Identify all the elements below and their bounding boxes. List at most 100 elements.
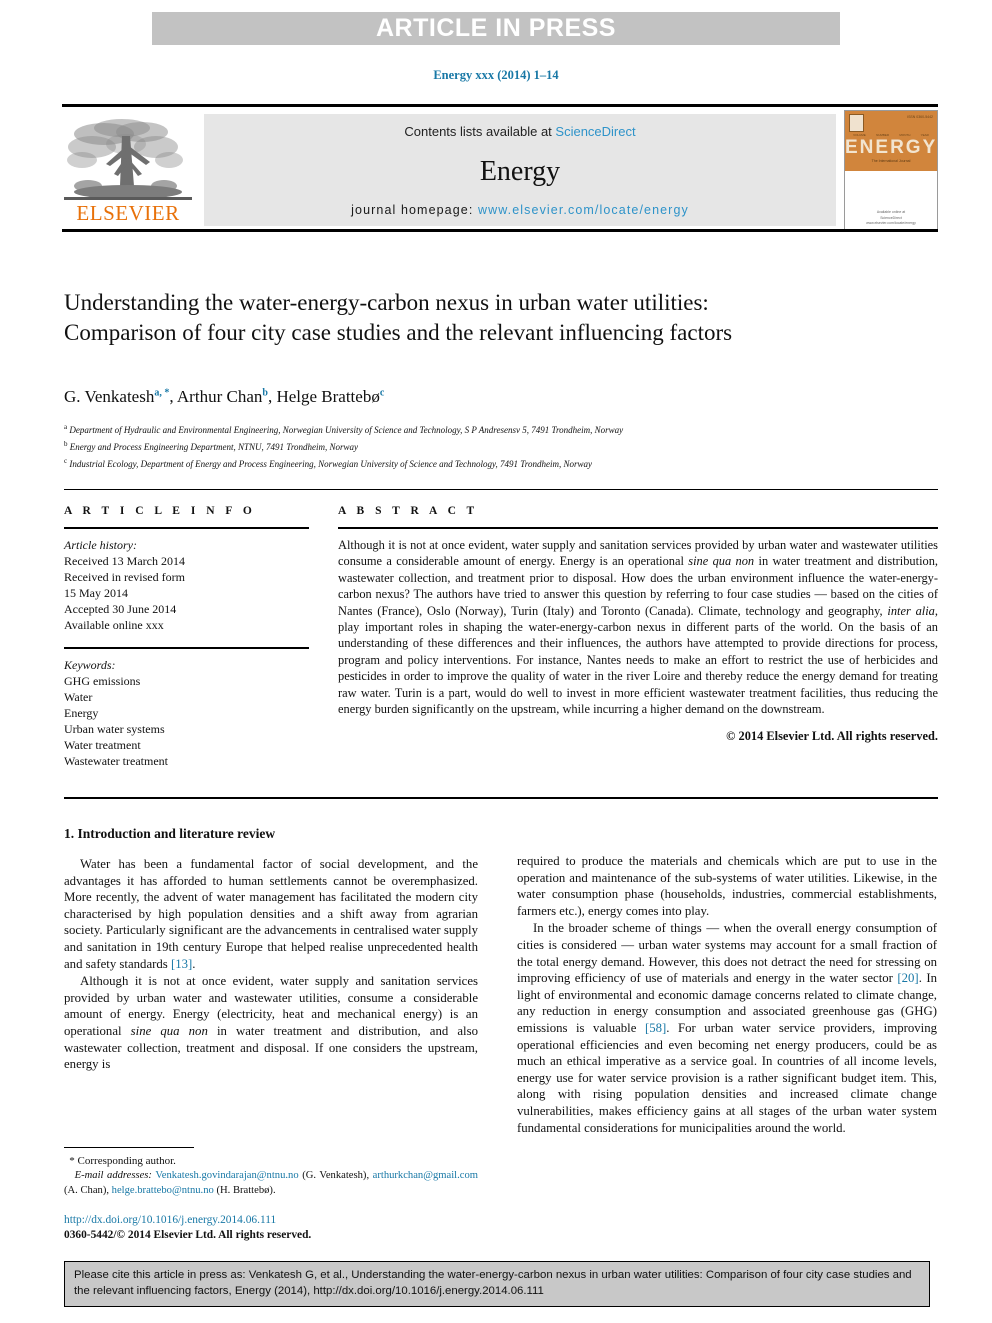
email-owner-2: (H. Brattebø): [216, 1184, 273, 1196]
homepage-label: journal homepage:: [351, 203, 478, 217]
body-paragraph-right-0: required to produce the materials and ch…: [517, 853, 937, 919]
doi-link[interactable]: http://dx.doi.org/10.1016/j.energy.2014.…: [64, 1213, 494, 1228]
email-link-0[interactable]: Venkatesh.govindarajan@ntnu.no: [155, 1170, 298, 1181]
cover-footer: Available online at ScienceDirect www.el…: [845, 210, 937, 226]
body-paragraph-right-1: In the broader scheme of things — when t…: [517, 920, 937, 1136]
elsevier-logo: ELSEVIER: [64, 114, 192, 226]
journal-band: Contents lists available at ScienceDirec…: [204, 114, 836, 226]
journal-cover-thumbnail: ISSN 0360-5442 VOLUME NUMBER MONTH YEAR …: [844, 110, 938, 232]
affiliation-mark-2: c: [64, 457, 68, 465]
paper-page: ARTICLE IN PRESS Energy xxx (2014) 1–14: [0, 0, 992, 1323]
article-history-item-3: Accepted 30 June 2014: [64, 602, 177, 616]
doi-block: http://dx.doi.org/10.1016/j.energy.2014.…: [64, 1213, 494, 1243]
article-info-rule: [64, 527, 309, 529]
issn-copyright-line: 0360-5442/© 2014 Elsevier Ltd. All right…: [64, 1229, 312, 1241]
header-rule-top: [62, 104, 938, 107]
body-para-r1-after: . For urban water service providers, imp…: [517, 1020, 938, 1135]
affiliation-text-2: Industrial Ecology, Department of Energy…: [69, 459, 592, 469]
author-name-0: G. Venkatesh: [64, 387, 155, 406]
email-addresses-label: E-mail addresses:: [74, 1170, 152, 1182]
email-owner-0: (G. Venkatesh): [302, 1170, 367, 1182]
body-para-r1-before: In the broader scheme of things — when t…: [517, 921, 937, 986]
corresponding-author-note: * Corresponding author.: [64, 1154, 478, 1169]
cover-corner-text: ISSN 0360-5442: [907, 115, 933, 119]
author-name-1: Arthur Chan: [176, 387, 263, 406]
email-addresses-note: E-mail addresses: Venkatesh.govindarajan…: [64, 1170, 478, 1196]
article-in-press-banner: ARTICLE IN PRESS: [152, 12, 840, 45]
body-column-right: required to produce the materials and ch…: [517, 853, 937, 1137]
body-para-l0-before: Water has been a fundamental factor of s…: [64, 857, 478, 971]
journal-homepage-line: journal homepage: www.elsevier.com/locat…: [204, 203, 836, 217]
abstract-part-3: , play important roles in shaping the wa…: [338, 603, 938, 717]
footnote-separator-rule: [64, 1147, 194, 1148]
author-list: G. Venkatesha, *, Arthur Chanb, Helge Br…: [64, 387, 385, 406]
article-history-block: Article history: Received 13 March 2014 …: [64, 537, 309, 633]
author-marks-2: c: [379, 387, 385, 399]
abstract-text: Although it is not at once evident, wate…: [338, 537, 938, 717]
keyword-item-1: Water: [64, 690, 93, 704]
email-link-2[interactable]: helge.brattebo@ntnu.no: [112, 1185, 214, 1196]
article-info-column: A R T I C L E I N F O Article history: R…: [64, 505, 309, 769]
affiliation-text-0: Department of Hydraulic and Environmenta…: [69, 425, 624, 435]
affiliation-row-1: b Energy and Process Engineering Departm…: [64, 437, 924, 454]
abstract-section-bottom-rule: [64, 797, 938, 799]
cover-title: ENERGY: [845, 137, 938, 158]
author-name-2: Helge Brattebø: [276, 387, 380, 406]
abstract-italic-1: sine qua non: [688, 554, 755, 569]
article-history-label: Article history:: [64, 538, 137, 552]
body-para-l0-after: .: [192, 956, 196, 971]
journal-title: Energy: [479, 156, 561, 187]
citation-box: Please cite this article in press as: Ve…: [64, 1261, 930, 1307]
abstract-label: A B S T R A C T: [338, 505, 479, 517]
cover-logo-swatch: [849, 114, 864, 132]
keywords-label: Keywords:: [64, 658, 116, 672]
keyword-item-4: Water treatment: [64, 738, 141, 752]
keyword-item-5: Wastewater treatment: [64, 754, 168, 768]
reference-link-13[interactable]: [13]: [171, 957, 192, 971]
affiliation-row-2: c Industrial Ecology, Department of Ener…: [64, 454, 924, 471]
affiliation-mark-1: b: [64, 440, 68, 448]
article-info-label: A R T I C L E I N F O: [64, 505, 256, 517]
cover-subtitle: The International Journal: [871, 159, 911, 163]
abstract-italic-2: inter alia: [887, 603, 935, 618]
reference-link-20[interactable]: [20]: [897, 971, 918, 985]
article-title: Understanding the water-energy-carbon ne…: [64, 290, 733, 345]
info-section-rule: [64, 489, 938, 490]
keywords-block: Keywords: GHG emissions Water Energy Urb…: [64, 657, 309, 769]
article-history-item-4: Available online xxx: [64, 618, 164, 632]
affiliation-row-0: a Department of Hydraulic and Environmen…: [64, 420, 924, 437]
abstract-rule: [338, 527, 938, 529]
author-marks-0: a, *: [154, 387, 170, 399]
footnote-block: * Corresponding author. E-mail addresses…: [64, 1154, 478, 1198]
sciencedirect-link[interactable]: ScienceDirect: [555, 124, 635, 139]
elsevier-tree-icon: [64, 119, 192, 200]
citation-box-text: Please cite this article in press as: Ve…: [74, 1269, 912, 1297]
body-para-l1-italic: sine qua non: [130, 1023, 208, 1038]
section-heading-introduction: 1. Introduction and literature review: [64, 826, 276, 841]
journal-header: ELSEVIER Contents lists available at Sci…: [62, 104, 938, 232]
keyword-item-0: GHG emissions: [64, 674, 141, 688]
running-head: Energy xxx (2014) 1–14: [433, 68, 559, 82]
author-marks-1: b: [262, 387, 268, 399]
homepage-url-link[interactable]: www.elsevier.com/locate/energy: [478, 203, 689, 217]
reference-link-58[interactable]: [58]: [645, 1021, 666, 1035]
elsevier-wordmark: ELSEVIER: [76, 201, 180, 225]
affiliation-mark-0: a: [64, 423, 68, 431]
keywords-rule: [64, 647, 309, 649]
body-paragraph-left-1: Although it is not at once evident, wate…: [64, 973, 478, 1073]
affiliation-text-1: Energy and Process Engineering Departmen…: [69, 442, 358, 452]
keyword-item-3: Urban water systems: [64, 722, 165, 736]
corresponding-author-text: * Corresponding author.: [69, 1155, 176, 1167]
abstract-column: A B S T R A C T Although it is not at on…: [338, 505, 938, 744]
article-in-press-label: ARTICLE IN PRESS: [376, 14, 616, 42]
body-paragraph-left-0: Water has been a fundamental factor of s…: [64, 856, 478, 972]
article-history-item-2: 15 May 2014: [64, 586, 128, 600]
email-owner-1: (A. Chan): [64, 1184, 107, 1196]
article-history-item-0: Received 13 March 2014: [64, 554, 185, 568]
keyword-item-2: Energy: [64, 706, 99, 720]
contents-line: Contents lists available at ScienceDirec…: [204, 124, 836, 139]
body-para-r0-text: required to produce the materials and ch…: [517, 854, 937, 918]
abstract-copyright: © 2014 Elsevier Ltd. All rights reserved…: [726, 729, 938, 744]
email-link-1[interactable]: arthurkchan@gmail.com: [373, 1170, 478, 1181]
